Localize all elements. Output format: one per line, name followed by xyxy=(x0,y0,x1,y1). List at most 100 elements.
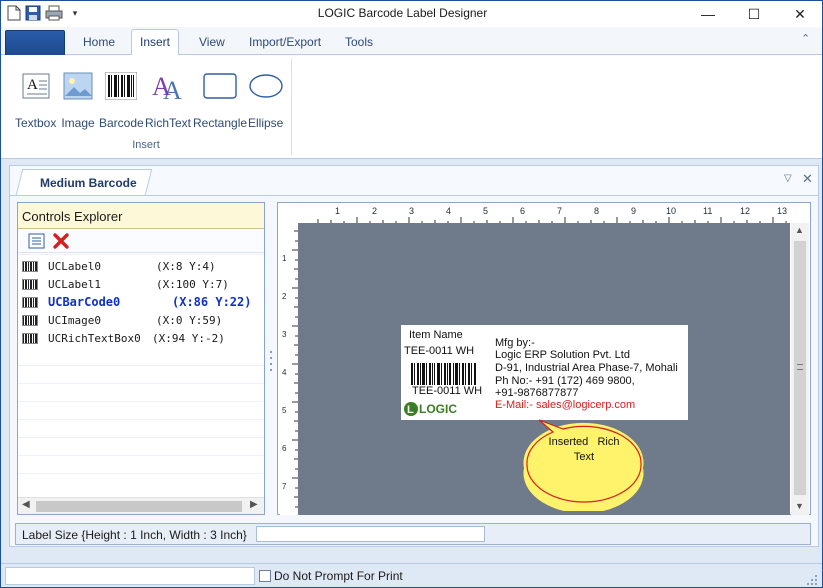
explorer-row-ucimage0[interactable]: UCImage0 (X:0 Y:59) xyxy=(22,311,222,329)
insert-rectangle-label: Rectangle xyxy=(193,116,248,130)
status-bar: Do Not Prompt For Print xyxy=(1,563,822,587)
rich-text-callout[interactable]: Inserted Rich Text xyxy=(523,419,645,514)
scroll-left-icon[interactable]: ◀ xyxy=(22,499,30,510)
label-company[interactable]: Logic ERP Solution Pvt. Ltd xyxy=(495,349,630,361)
scrollbar-thumb[interactable] xyxy=(36,501,242,512)
scroll-down-icon[interactable]: ▼ xyxy=(795,501,804,511)
control-name: UCBarCode0 xyxy=(48,295,121,309)
ruler-number: 12 xyxy=(740,206,751,216)
top-ruler: 1 2 3 4 5 6 7 8 9 10 11 12 13 xyxy=(298,205,790,223)
close-button[interactable]: ✕ xyxy=(777,1,823,27)
insert-image-button[interactable]: Image xyxy=(61,69,95,130)
label-phone-2[interactable]: +91-9876877877 xyxy=(495,387,579,399)
title-bar: ▾ LOGIC Barcode Label Designer ― ☐ ✕ xyxy=(1,1,822,27)
explorer-toolbar xyxy=(18,229,264,253)
control-name: UCLabel1 xyxy=(48,277,101,291)
svg-text:A: A xyxy=(163,76,182,101)
barcode-icon xyxy=(104,69,138,103)
tab-list-dropdown-icon[interactable]: ▽ xyxy=(784,173,792,184)
canvas-vertical-scrollbar[interactable]: ▲ ▼ xyxy=(791,223,809,515)
label-address[interactable]: D-91, Industrial Area Phase-7, Mohali xyxy=(495,362,678,374)
scroll-up-icon[interactable]: ▲ xyxy=(795,225,804,235)
row-divider xyxy=(18,419,264,420)
insert-ellipse-label: Ellipse xyxy=(248,116,284,130)
richtext-icon: AA xyxy=(151,69,185,103)
insert-richtext-button[interactable]: AA RichText xyxy=(145,69,191,130)
resize-grip-icon[interactable] xyxy=(807,574,817,585)
minimize-button[interactable]: ― xyxy=(685,1,731,27)
explorer-row-ucbarcode0[interactable]: UCBarCode0 (X:86 Y:22) xyxy=(22,293,251,311)
scroll-right-icon[interactable]: ▶ xyxy=(250,499,258,510)
label-email[interactable]: E-Mail:- sales@logicerp.com xyxy=(495,399,635,411)
explorer-horizontal-scrollbar[interactable]: ◀ ▶ xyxy=(18,497,264,514)
do-not-prompt-label[interactable]: Do Not Prompt For Print xyxy=(274,569,403,583)
insert-textbox-button[interactable]: A Textbox xyxy=(15,69,56,130)
close-document-icon[interactable]: ✕ xyxy=(802,171,813,187)
control-coords: (X:0 Y:59) xyxy=(156,313,223,327)
row-divider xyxy=(18,401,264,402)
control-barcode-icon xyxy=(22,296,38,308)
control-barcode-icon xyxy=(22,278,38,290)
ruler-number: 11 xyxy=(703,206,713,216)
controls-explorer-title: Controls Explorer xyxy=(18,203,264,229)
label-item-name[interactable]: Item Name xyxy=(409,329,463,341)
ribbon-group-separator xyxy=(291,59,292,155)
textbox-icon: A xyxy=(19,69,53,103)
properties-icon[interactable] xyxy=(28,233,45,252)
logo-text: LOGIC xyxy=(419,402,457,416)
control-name: UCRichTextBox0 xyxy=(48,331,141,345)
application-menu-button[interactable] xyxy=(5,30,65,56)
ruler-number: 1 xyxy=(282,254,287,263)
window-title: LOGIC Barcode Label Designer xyxy=(317,6,488,20)
ruler-number: 6 xyxy=(282,444,287,453)
tab-insert[interactable]: Insert xyxy=(131,29,180,56)
insert-textbox-label: Textbox xyxy=(15,116,57,130)
insert-barcode-label: Barcode xyxy=(99,116,144,130)
ellipse-icon xyxy=(248,69,283,103)
label-mfg-by[interactable]: Mfg by:- xyxy=(495,337,535,349)
insert-image-label: Image xyxy=(61,116,95,130)
label-phone[interactable]: Ph No:- +91 (172) 469 9800, xyxy=(495,375,635,387)
barcode-label[interactable]: Item Name TEE-0011 WH TEE-0011 WH L LOGI… xyxy=(401,325,688,420)
label-item-code[interactable]: TEE-0011 WH xyxy=(404,345,474,357)
label-logo[interactable]: L LOGIC xyxy=(403,401,475,417)
ruler-number: 10 xyxy=(666,206,677,216)
explorer-row-uclabel1[interactable]: UCLabel1 (X:100 Y:7) xyxy=(22,275,229,293)
maximize-button[interactable]: ☐ xyxy=(731,1,777,27)
insert-rectangle-button[interactable]: Rectangle xyxy=(193,69,247,130)
ribbon-tab-row: Home Insert View Import/Export Tools xyxy=(1,27,822,56)
insert-ellipse-button[interactable]: Ellipse xyxy=(248,69,283,130)
ruler-number: 2 xyxy=(372,206,378,216)
tab-import-export[interactable]: Import/Export xyxy=(241,32,329,56)
explorer-row-uclabel0[interactable]: UCLabel0 (X:8 Y:4) xyxy=(22,257,216,275)
ruler-number: 3 xyxy=(282,330,287,339)
collapse-ribbon-icon[interactable]: ⌃ xyxy=(801,32,810,45)
label-size-bar: Label Size {Height : 1 Inch, Width : 3 I… xyxy=(15,523,811,545)
ruler-number: 7 xyxy=(557,206,563,216)
ribbon-group-label: Insert xyxy=(132,139,160,151)
row-divider xyxy=(18,455,264,456)
svg-text:A: A xyxy=(27,77,38,93)
status-field xyxy=(5,567,255,585)
delete-icon[interactable] xyxy=(52,232,70,253)
control-coords: (X:86 Y:22) xyxy=(172,295,252,309)
ruler-number: 3 xyxy=(409,206,415,216)
insert-barcode-button[interactable]: Barcode xyxy=(99,69,144,130)
rectangle-icon xyxy=(203,69,237,103)
tab-tools[interactable]: Tools xyxy=(337,32,381,56)
insert-richtext-label: RichText xyxy=(145,116,192,130)
controls-explorer: Controls Explorer UCLabel0 (X:8 Y:4) UCLa… xyxy=(17,202,265,515)
panel-splitter[interactable] xyxy=(267,202,275,515)
scrollbar-thumb[interactable] xyxy=(794,241,806,495)
tab-home[interactable]: Home xyxy=(75,32,123,56)
row-divider xyxy=(18,254,264,255)
callout-line-1: Inserted Rich xyxy=(548,436,620,448)
do-not-prompt-checkbox[interactable] xyxy=(259,570,271,582)
document-tab-label[interactable]: Medium Barcode xyxy=(40,176,137,190)
control-barcode-icon xyxy=(22,332,38,344)
label-size-field[interactable] xyxy=(256,526,485,542)
control-coords: (X:100 Y:7) xyxy=(156,277,229,291)
tab-view[interactable]: View xyxy=(191,32,233,56)
explorer-row-ucrichtextbox0[interactable]: UCRichTextBox0 (X:94 Y:-2) xyxy=(22,329,225,347)
row-divider xyxy=(18,437,264,438)
